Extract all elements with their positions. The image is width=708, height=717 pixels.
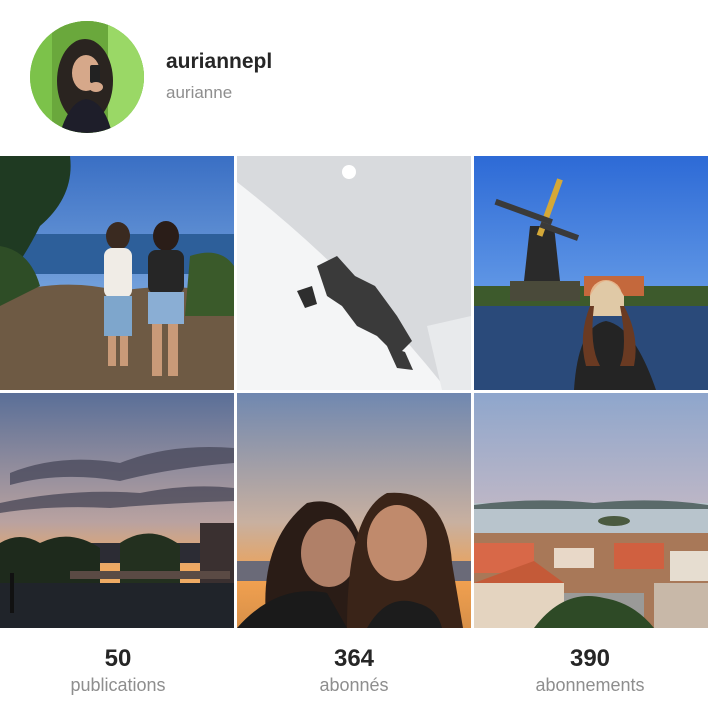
followers-count: 364 — [333, 645, 375, 672]
username[interactable]: auriannepl — [166, 50, 272, 74]
post-thumbnail[interactable] — [237, 393, 471, 628]
publications-label: publications — [70, 675, 166, 695]
post-thumbnail[interactable] — [0, 156, 234, 390]
post-thumbnail[interactable] — [237, 156, 471, 390]
posts-grid — [0, 156, 708, 628]
avatar[interactable] — [30, 21, 144, 133]
publications-stat[interactable]: 50 publications — [0, 644, 236, 696]
post-photo — [0, 393, 234, 628]
following-count: 390 — [569, 645, 611, 672]
profile-card: auriannepl aurianne 50 publications 364 … — [0, 0, 708, 717]
post-photo — [237, 156, 471, 390]
publications-count: 50 — [104, 645, 132, 672]
post-photo — [237, 393, 471, 628]
post-thumbnail[interactable] — [474, 156, 708, 390]
post-photo — [0, 156, 234, 390]
post-photo — [474, 156, 708, 390]
following-label: abonnements — [535, 675, 645, 695]
post-photo — [474, 393, 708, 628]
following-stat[interactable]: 390 abonnements — [472, 644, 708, 696]
full-name: aurianne — [166, 83, 233, 102]
profile-stats: 50 publications 364 abonnés 390 abonneme… — [0, 628, 708, 717]
post-thumbnail[interactable] — [0, 393, 234, 628]
avatar-photo — [30, 21, 144, 133]
profile-header: auriannepl aurianne — [0, 0, 708, 156]
post-thumbnail[interactable] — [474, 393, 708, 628]
followers-label: abonnés — [319, 675, 389, 695]
followers-stat[interactable]: 364 abonnés — [236, 644, 472, 696]
